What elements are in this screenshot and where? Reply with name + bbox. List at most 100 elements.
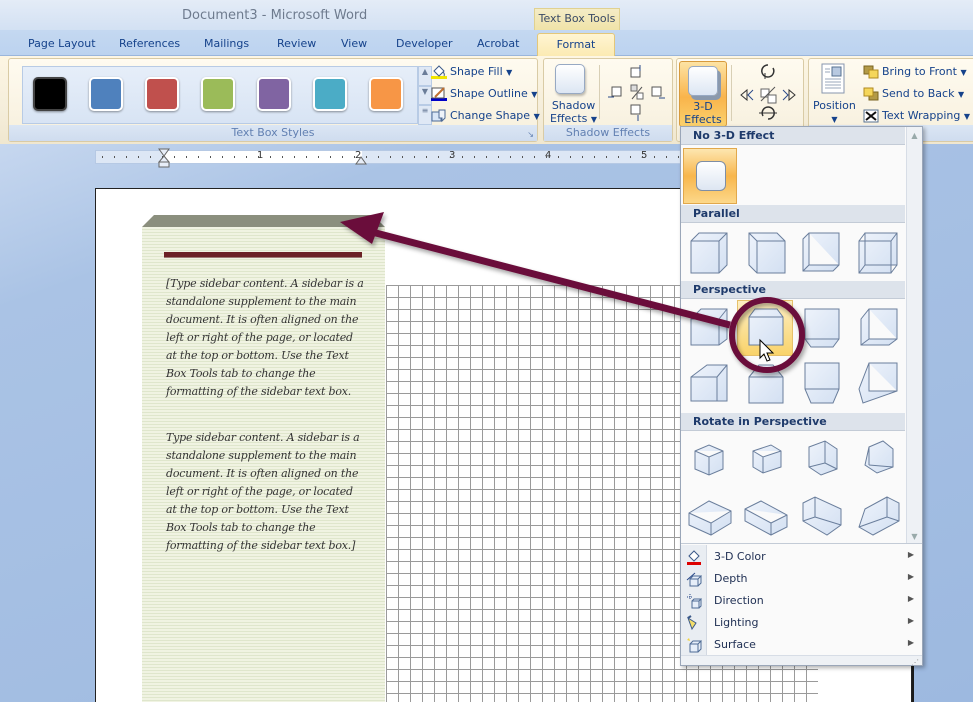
resize-grip[interactable]: ⋰ [681,655,922,667]
send-to-back-button[interactable]: Send to Back ▼ [863,87,964,101]
ruler-tick [354,156,355,158]
ruler-tick [426,156,427,158]
style-swatch-orange[interactable] [369,77,403,111]
change-shape-button[interactable]: Change Shape ▼ [431,109,540,123]
style-swatch-purple[interactable] [257,77,291,111]
rotate-perspective-option-3[interactable] [799,437,845,483]
perspective-option-3[interactable] [799,305,845,351]
parallel-option-1[interactable] [687,229,733,275]
tab-view[interactable]: View [341,37,367,50]
paint-bucket-icon [687,550,701,565]
sidebar-paragraph-2[interactable]: Type sidebar content. A sidebar is a sta… [166,429,366,555]
bring-to-front-button[interactable]: Bring to Front ▼ [863,65,967,79]
shape-outline-button[interactable]: Shape Outline ▼ [431,87,537,101]
gallery-scroll-down[interactable]: ▼ [418,86,432,105]
menu-depth[interactable]: Depth ▶ [681,568,922,590]
style-swatch-red[interactable] [145,77,179,111]
ruler-tick [342,156,343,158]
group-label-shadow-effects: Shadow Effects [544,125,672,141]
ruler-tick [558,156,559,158]
tab-format[interactable]: Format [537,33,615,57]
text-wrapping-icon [863,109,879,123]
tab-mailings[interactable]: Mailings [204,37,249,50]
style-swatch-blue[interactable] [89,77,123,111]
sidebar-3d-bevel [142,215,385,227]
perspective-option-4[interactable] [855,305,901,351]
rotate-perspective-option-1[interactable] [687,437,733,483]
parallel-option-2[interactable] [743,229,789,275]
ruler-tick [666,156,667,158]
parallel-option-4[interactable] [855,229,901,275]
ruler-tick [654,156,655,158]
nudge-shadow-icons[interactable] [604,63,668,123]
perspective-option-2[interactable] [743,305,789,351]
section-parallel: Parallel [681,205,905,223]
ruler-tick [234,156,235,158]
group-label-text-box-styles: Text Box Styles [9,125,537,141]
perspective-option-8[interactable] [855,359,901,405]
bring-to-front-icon [863,65,879,79]
perspective-option-7[interactable] [799,359,845,405]
parallel-option-3[interactable] [799,229,845,275]
style-swatch-black[interactable] [33,77,67,111]
tab-developer[interactable]: Developer [396,37,453,50]
rotate-perspective-option-7[interactable] [799,491,845,537]
ruler-tick [366,156,367,158]
cube-icon [802,496,842,536]
gallery-scrollbar[interactable]: ▲ ▼ [906,127,922,543]
cube-icon [748,364,784,404]
cube-icon [744,500,788,536]
rotate-perspective-option-5[interactable] [687,491,733,537]
ruler-tick [438,156,439,158]
tab-page-layout[interactable]: Page Layout [28,37,96,50]
cube-icon [860,308,898,346]
ruler-tick [594,156,595,158]
cube-icon [752,444,782,474]
ruler-tick [222,156,223,158]
shadow-effects-button[interactable]: Shadow Effects ▼ [550,99,597,126]
ruler-tick [318,156,319,158]
rotate-perspective-option-8[interactable] [855,491,901,537]
dialog-launcher-icon[interactable]: ↘ [527,130,534,139]
menu-direction[interactable]: Direction ▶ [681,590,922,612]
title-bar: Document3 - Microsoft Word Text Box Tool… [0,0,973,30]
tab-references[interactable]: References [119,37,180,50]
ruler-tick [150,156,151,158]
3d-effects-button[interactable]: 3-D Effects ▼ [679,61,727,138]
position-button[interactable]: Position ▼ [813,99,856,127]
ruler-tick [270,156,271,158]
perspective-option-1[interactable] [687,305,733,351]
style-swatch-aqua[interactable] [313,77,347,111]
menu-lighting[interactable]: Lighting ▶ [681,612,922,634]
menu-surface[interactable]: Surface ▶ [681,634,922,656]
perspective-option-5[interactable] [687,359,733,405]
tilt-3d-icons[interactable] [735,61,801,125]
shape-fill-button[interactable]: Shape Fill ▼ [431,65,512,79]
ruler-tick [258,156,259,158]
sidebar-paragraph-1[interactable]: [Type sidebar content. A sidebar is a st… [166,275,366,401]
style-swatch-green[interactable] [201,77,235,111]
ruler-tick [570,156,571,158]
send-to-back-icon [863,87,879,101]
ruler-tick [198,156,199,158]
ruler-tick [126,156,127,158]
cube-icon [804,362,840,404]
tab-review[interactable]: Review [277,37,316,50]
no-3d-effect-option[interactable] [683,148,737,204]
ribbon-tab-bar: Page Layout References Mailings Review V… [0,30,973,57]
rotate-perspective-option-2[interactable] [743,437,789,483]
menu-3d-color[interactable]: 3-D Color ▶ [681,546,922,568]
text-wrapping-button[interactable]: Text Wrapping ▼ [863,109,970,123]
cube-icon [802,232,840,272]
ruler-tick [642,156,643,158]
ruler-tick [462,156,463,158]
tab-acrobat[interactable]: Acrobat [477,37,519,50]
perspective-option-6[interactable] [743,359,789,405]
gallery-more[interactable]: ≡ [418,105,432,125]
gallery-scroll-up[interactable]: ▲ [418,66,432,86]
position-icon [821,63,845,94]
rotate-perspective-option-6[interactable] [743,491,789,537]
ruler-tick [546,156,547,158]
rotate-perspective-option-4[interactable] [855,437,901,483]
indent-marker-icon[interactable] [158,148,170,168]
